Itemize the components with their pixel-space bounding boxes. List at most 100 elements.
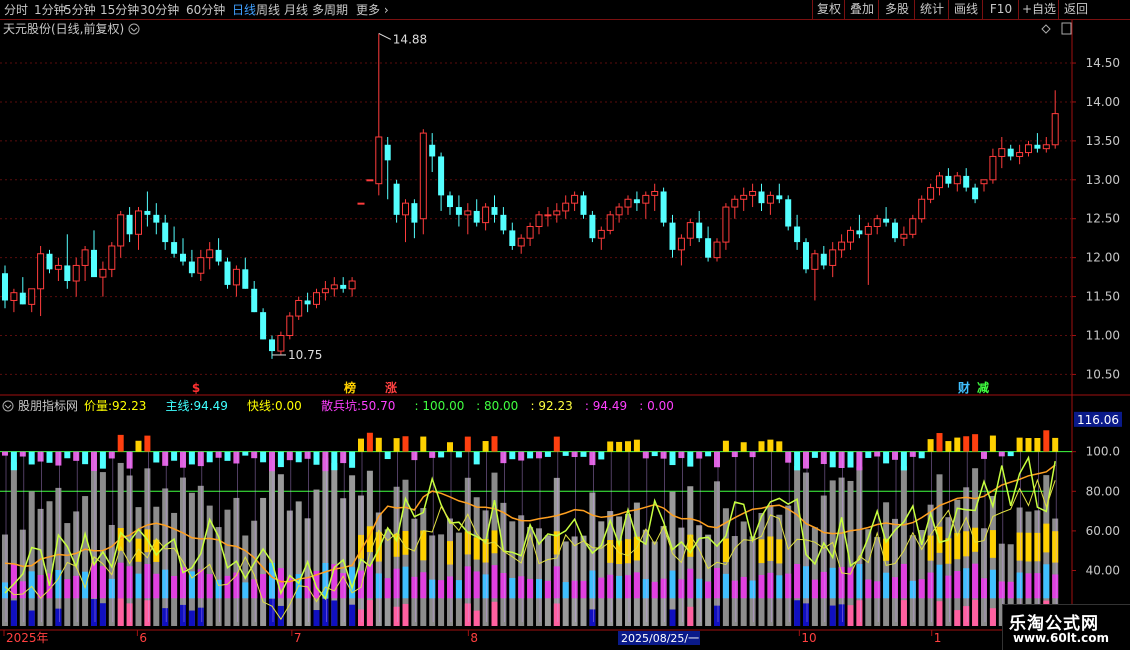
volume-column — [909, 535, 916, 626]
top-strip-bar — [945, 441, 952, 452]
top-strip-bar — [349, 451, 356, 468]
tool-button-6[interactable]: +自选 — [1018, 0, 1059, 19]
volume-column — [73, 511, 80, 626]
base-column — [402, 566, 409, 599]
strength-column — [963, 531, 970, 557]
date-label: 1 — [934, 631, 942, 645]
top-strip-bar — [447, 442, 453, 452]
top-strip-bar — [936, 433, 943, 452]
price-tick-label: 13.00 — [1086, 173, 1120, 187]
candle-body — [535, 214, 543, 228]
candle-body — [740, 194, 748, 200]
candle-body — [696, 222, 703, 239]
candle-body — [438, 156, 445, 196]
pit-column — [28, 610, 35, 626]
top-strip-bar — [108, 451, 115, 459]
volume-column — [838, 477, 845, 626]
period-tab-4[interactable]: 30分钟 — [140, 2, 179, 18]
pit-column — [553, 603, 560, 626]
candle-body — [749, 190, 757, 196]
top-strip-bar — [242, 451, 249, 456]
volume-column — [19, 529, 26, 626]
pit-column — [491, 601, 498, 626]
tool-button-1[interactable]: 叠加 — [844, 0, 879, 19]
volume-column — [384, 529, 391, 626]
candle-body — [811, 253, 819, 270]
candle-body — [2, 273, 8, 301]
base-column — [945, 575, 952, 599]
volume-column — [981, 528, 987, 626]
top-strip-bar — [740, 442, 747, 452]
volume-column — [518, 515, 525, 626]
base-column — [1007, 581, 1014, 599]
volume-column — [803, 472, 809, 626]
volume-column — [251, 520, 258, 626]
strength-column — [954, 533, 961, 560]
candle-body — [731, 198, 739, 208]
top-strip-bar — [536, 451, 542, 459]
tool-button-7[interactable]: 返回 — [1058, 0, 1093, 19]
base-column — [625, 575, 631, 599]
tool-button-0[interactable]: 复权 — [812, 0, 845, 19]
tool-button-3[interactable]: 统计 — [914, 0, 949, 19]
period-tab-9[interactable]: 多周期 — [312, 2, 348, 18]
candle-body — [126, 214, 133, 235]
base-column — [580, 580, 587, 599]
top-strip-bar — [687, 451, 694, 467]
base-column — [687, 568, 694, 599]
event-marker: 涨 — [385, 380, 397, 395]
top-strip-bar — [927, 439, 934, 452]
volume-column — [660, 526, 667, 626]
top-strip-bar — [28, 451, 35, 465]
volume-column — [375, 512, 382, 626]
candle-body — [171, 242, 178, 254]
period-tab-7[interactable]: 周线 — [256, 2, 280, 18]
period-tab-3[interactable]: 15分钟 — [100, 2, 139, 18]
top-strip-bar — [669, 451, 676, 466]
tool-button-5[interactable]: F10 — [982, 0, 1019, 19]
strength-column — [936, 526, 943, 553]
candle-body — [429, 144, 436, 157]
top-strip-bar — [1043, 430, 1050, 452]
base-column — [767, 572, 774, 599]
top-strip-bar — [455, 451, 462, 458]
top-strip-bar — [233, 451, 240, 464]
tool-button-2[interactable]: 多股 — [878, 0, 915, 19]
base-column — [447, 576, 453, 599]
top-strip-bar — [393, 438, 400, 452]
event-marker: 财 — [957, 380, 970, 395]
top-strip-bar — [269, 451, 275, 472]
top-strip-bar — [562, 451, 569, 456]
period-tab-8[interactable]: 月线 — [284, 2, 308, 18]
period-tab-0[interactable]: 分时 — [4, 2, 28, 18]
candle-body — [473, 210, 480, 223]
base-column — [64, 579, 71, 599]
pit-column — [197, 607, 204, 626]
base-column — [544, 580, 551, 599]
top-strip-bar — [589, 451, 596, 466]
volume-column — [64, 523, 71, 626]
top-strip-bar — [989, 435, 996, 452]
date-label: 7 — [294, 631, 302, 645]
period-tab-10[interactable]: 更多 › — [356, 2, 389, 18]
volume-column — [180, 477, 186, 626]
chevron-down-icon — [130, 27, 138, 32]
top-strip-bar — [117, 434, 124, 452]
period-tab-5[interactable]: 60分钟 — [186, 2, 225, 18]
candle-body — [642, 194, 650, 204]
base-column — [73, 575, 80, 599]
price-tick-label: 14.50 — [1086, 56, 1120, 70]
top-strip-bar — [633, 439, 640, 452]
period-tab-6[interactable]: 日线 — [232, 2, 256, 18]
top-strip-bar — [731, 451, 738, 458]
tool-button-4[interactable]: 画线 — [948, 0, 983, 19]
period-tab-2[interactable]: 5分钟 — [64, 2, 96, 18]
top-strip-bar — [340, 451, 347, 464]
top-strip-bar — [215, 451, 222, 458]
pit-column — [349, 604, 356, 626]
period-tab-1[interactable]: 1分钟 — [34, 2, 66, 18]
pit-column — [972, 599, 979, 626]
volume-column — [455, 532, 462, 626]
top-strip-bar — [642, 451, 649, 459]
diamond-icon — [1041, 24, 1051, 34]
